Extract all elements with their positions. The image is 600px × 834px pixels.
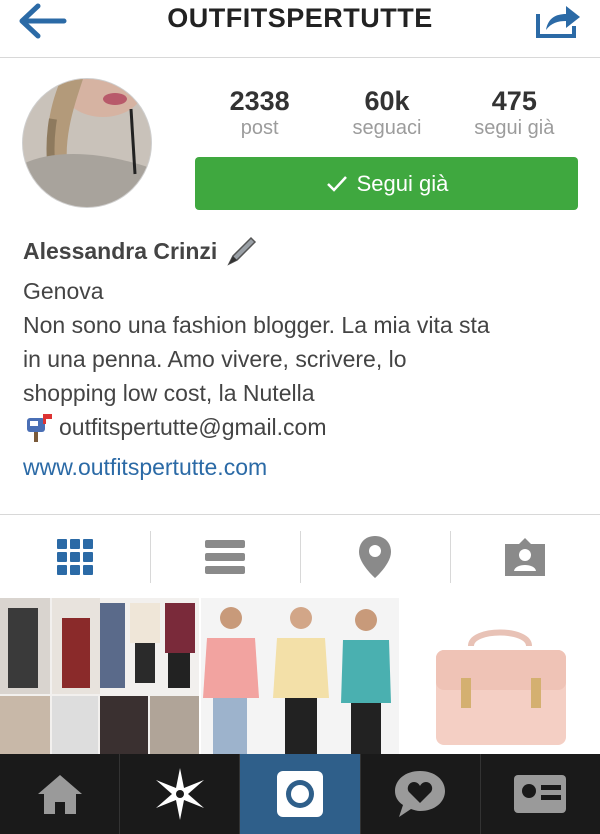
checkmark-icon: [326, 175, 347, 192]
grid-icon: [57, 538, 93, 575]
stat-following[interactable]: 475 segui già: [451, 86, 578, 142]
nav-activity[interactable]: [361, 754, 481, 834]
nav-explore[interactable]: [120, 754, 241, 834]
profile-view-tabs: [0, 514, 600, 598]
mailbox-emoji-icon: [27, 414, 52, 442]
profile-name-row: Alessandra Crinzi: [23, 232, 583, 270]
profile-bio: Alessandra Crinzi Genova Non sono una fa…: [23, 232, 583, 484]
profile-city: Genova: [23, 278, 104, 304]
following-button[interactable]: Segui già: [195, 157, 578, 210]
nav-home[interactable]: [0, 754, 121, 834]
avatar-photo: [23, 79, 151, 207]
profile-email[interactable]: outfitspertutte@gmail.com: [59, 410, 327, 444]
posts-count: 2338: [229, 86, 290, 116]
stat-posts[interactable]: 2338 post: [196, 86, 323, 142]
email-row: outfitspertutte@gmail.com: [23, 410, 583, 444]
sweaters-photo: [200, 598, 400, 754]
nav-profile[interactable]: [481, 754, 600, 834]
explore-icon: [155, 768, 204, 820]
profile-icon: [514, 775, 567, 813]
nav-camera[interactable]: [240, 754, 361, 834]
followers-count: 60k: [364, 86, 410, 116]
following-label: segui già: [474, 117, 555, 139]
camera-icon: [277, 771, 323, 817]
activity-icon: [395, 771, 446, 817]
followers-label: seguaci: [352, 117, 422, 139]
pink-bag-photo: [401, 598, 600, 754]
posts-label: post: [240, 117, 279, 139]
tab-list[interactable]: [150, 530, 300, 583]
grid-photo[interactable]: [200, 598, 400, 754]
bio-line: Non sono una fashion blogger. La mia vit…: [23, 312, 490, 338]
bio-line: in una penna. Amo vivere, scrivere, lo: [23, 346, 407, 372]
grid-photo[interactable]: [401, 598, 600, 754]
share-icon[interactable]: [534, 0, 582, 40]
profile-website-link[interactable]: www.outfitspertutte.com: [23, 450, 583, 484]
page-title: OUTFITSPERTUTTE: [167, 3, 433, 33]
home-icon: [37, 775, 82, 814]
tab-grid[interactable]: [0, 531, 150, 583]
tab-tagged[interactable]: [450, 530, 600, 583]
tagged-person-icon: [505, 537, 545, 576]
pen-emoji-icon: [227, 236, 257, 266]
grid-photo[interactable]: [0, 598, 199, 754]
top-bar: OUTFITSPERTUTTE: [0, 0, 600, 58]
outfit-collage-photo: [0, 598, 199, 754]
photo-grid: [0, 598, 600, 754]
avatar: [22, 78, 152, 208]
following-count: 475: [491, 86, 537, 116]
profile-name: Alessandra Crinzi: [23, 237, 218, 264]
list-icon: [205, 539, 245, 574]
location-pin-icon: [359, 535, 391, 578]
bio-line: shopping low cost, la Nutella: [23, 380, 315, 406]
following-button-label: Segui già: [356, 170, 449, 196]
stat-followers[interactable]: 60k seguaci: [323, 86, 450, 142]
profile-stats: 2338 post 60k seguaci 475 segui già: [196, 86, 578, 142]
tab-location[interactable]: [300, 530, 450, 583]
bottom-nav: [0, 754, 600, 834]
